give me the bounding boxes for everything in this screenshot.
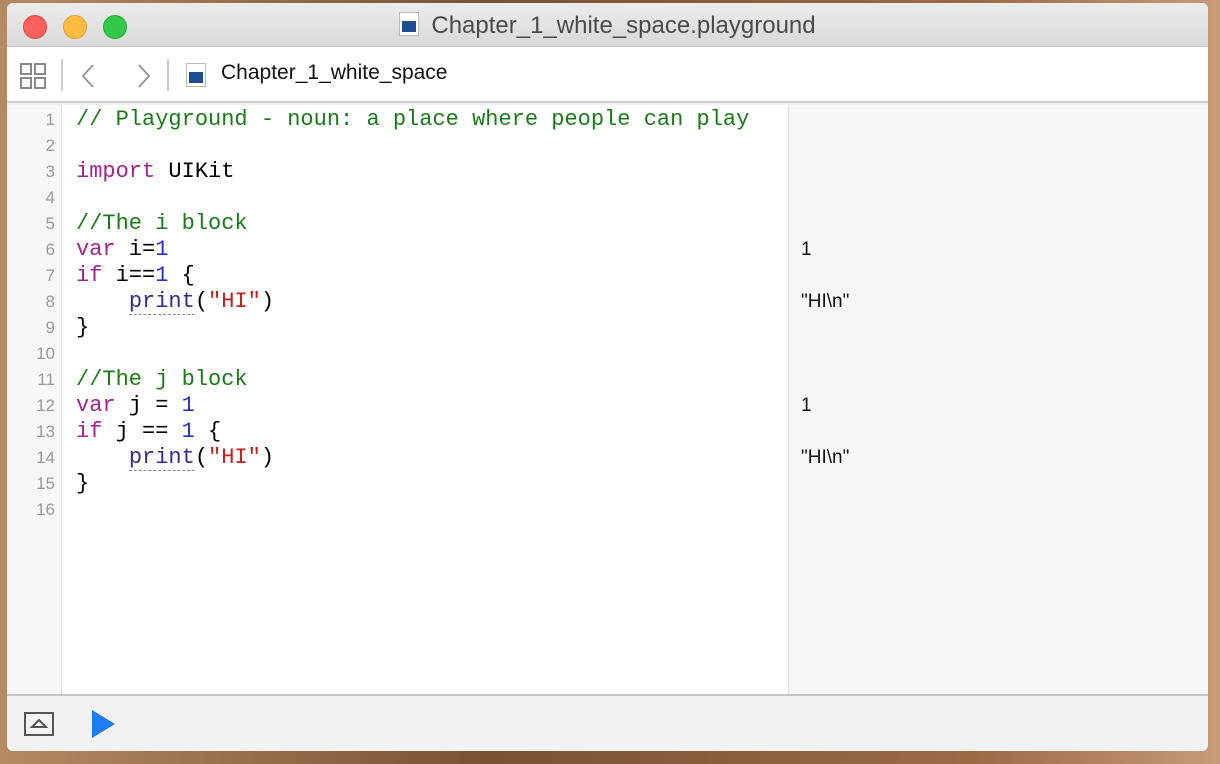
- window-title-text: Chapter_1_white_space.playground: [431, 12, 816, 39]
- code-token: var: [76, 393, 116, 418]
- code-token: i=: [115, 237, 156, 262]
- code-token: 1: [155, 237, 169, 262]
- code-token: i: [102, 263, 129, 288]
- result-value[interactable]: 1: [801, 237, 812, 263]
- bottom-bar: [7, 694, 1208, 751]
- line-number: 9: [45, 318, 55, 337]
- code-line[interactable]: }: [76, 471, 89, 497]
- code-token: (: [194, 445, 209, 470]
- line-number: 12: [36, 396, 55, 415]
- code-token: {: [168, 263, 195, 288]
- code-token: UIKit: [155, 159, 235, 184]
- line-number: 5: [45, 214, 55, 233]
- code-token: var: [76, 237, 116, 262]
- code-line[interactable]: import UIKit: [76, 159, 234, 185]
- code-line[interactable]: var j = 1: [76, 393, 195, 419]
- code-line[interactable]: if j == 1 {: [76, 419, 221, 445]
- toolbar: Chapter_1_white_space: [7, 47, 1208, 103]
- code-token: if: [76, 419, 103, 444]
- code-line[interactable]: print("HI"): [76, 289, 274, 315]
- title-bar: Chapter_1_white_space.playground: [7, 3, 1208, 47]
- code-line[interactable]: // Playground - noun: a place where peop…: [76, 107, 749, 133]
- line-number: 11: [37, 370, 55, 389]
- code-token: }: [76, 471, 90, 496]
- code-line[interactable]: print("HI"): [76, 445, 274, 471]
- code-line[interactable]: }: [76, 315, 89, 341]
- back-chevron-icon[interactable]: [79, 63, 97, 89]
- line-number: 7: [45, 266, 55, 285]
- line-number-gutter: 1 2 3 4 5 6 7 8 9 10 11 12 13 14 15 16: [7, 105, 62, 694]
- code-editor[interactable]: 1 2 3 4 5 6 7 8 9 10 11 12 13 14 15 16 // Playground - …: [7, 105, 1208, 694]
- line-number: 8: [45, 292, 55, 311]
- line-number: 16: [36, 500, 55, 519]
- result-value[interactable]: "HI\n": [801, 289, 849, 315]
- code-token: 1: [181, 393, 195, 418]
- line-number: 2: [45, 136, 55, 155]
- code-token: ==: [128, 263, 156, 288]
- result-value[interactable]: 1: [801, 393, 812, 419]
- code-token: 1: [155, 263, 169, 288]
- results-sidebar: 1 "HI\n" 1 "HI\n": [788, 105, 1208, 694]
- run-play-icon[interactable]: [92, 710, 116, 738]
- code-line[interactable]: var i=1: [76, 237, 168, 263]
- window-title: Chapter_1_white_space.playground: [7, 12, 1208, 40]
- code-token: j =: [115, 393, 182, 418]
- result-value[interactable]: "HI\n": [801, 445, 849, 471]
- line-number: 4: [45, 188, 55, 207]
- code-token: {: [194, 419, 222, 444]
- line-number: 1: [45, 110, 55, 129]
- line-number: 10: [36, 344, 55, 363]
- code-token: // Playground - noun: a place where peop…: [76, 107, 750, 132]
- playground-file-icon: [186, 63, 206, 87]
- code-token: if: [76, 263, 103, 288]
- code-token: "HI": [208, 289, 261, 314]
- code-line[interactable]: if i==1 {: [76, 263, 195, 289]
- line-number: 13: [36, 422, 55, 441]
- breadcrumb[interactable]: Chapter_1_white_space: [221, 61, 448, 85]
- line-number: 15: [36, 474, 55, 493]
- code-token: j ==: [102, 419, 182, 444]
- code-line[interactable]: //The i block: [76, 211, 248, 237]
- playground-window: Chapter_1_white_space.playground Chapter…: [7, 3, 1208, 751]
- code-line[interactable]: //The j block: [76, 367, 248, 393]
- forward-chevron-icon[interactable]: [135, 63, 153, 89]
- code-token: print: [128, 289, 195, 315]
- code-token: 1: [181, 419, 195, 444]
- line-number: 3: [45, 162, 55, 181]
- line-number: 6: [45, 240, 55, 259]
- playground-file-icon: [399, 12, 420, 36]
- code-token: import: [76, 159, 156, 184]
- code-token: (: [194, 289, 209, 314]
- code-token: print: [128, 445, 195, 471]
- code-token: }: [76, 315, 90, 340]
- code-token: //The i block: [76, 211, 248, 236]
- code-token: "HI": [208, 445, 261, 470]
- code-token: ): [260, 289, 275, 314]
- line-number: 14: [36, 448, 55, 467]
- related-items-grid-icon[interactable]: [20, 63, 46, 89]
- code-token: ): [260, 445, 275, 470]
- show-debug-area-icon[interactable]: [24, 712, 54, 736]
- code-token: //The j block: [76, 367, 248, 392]
